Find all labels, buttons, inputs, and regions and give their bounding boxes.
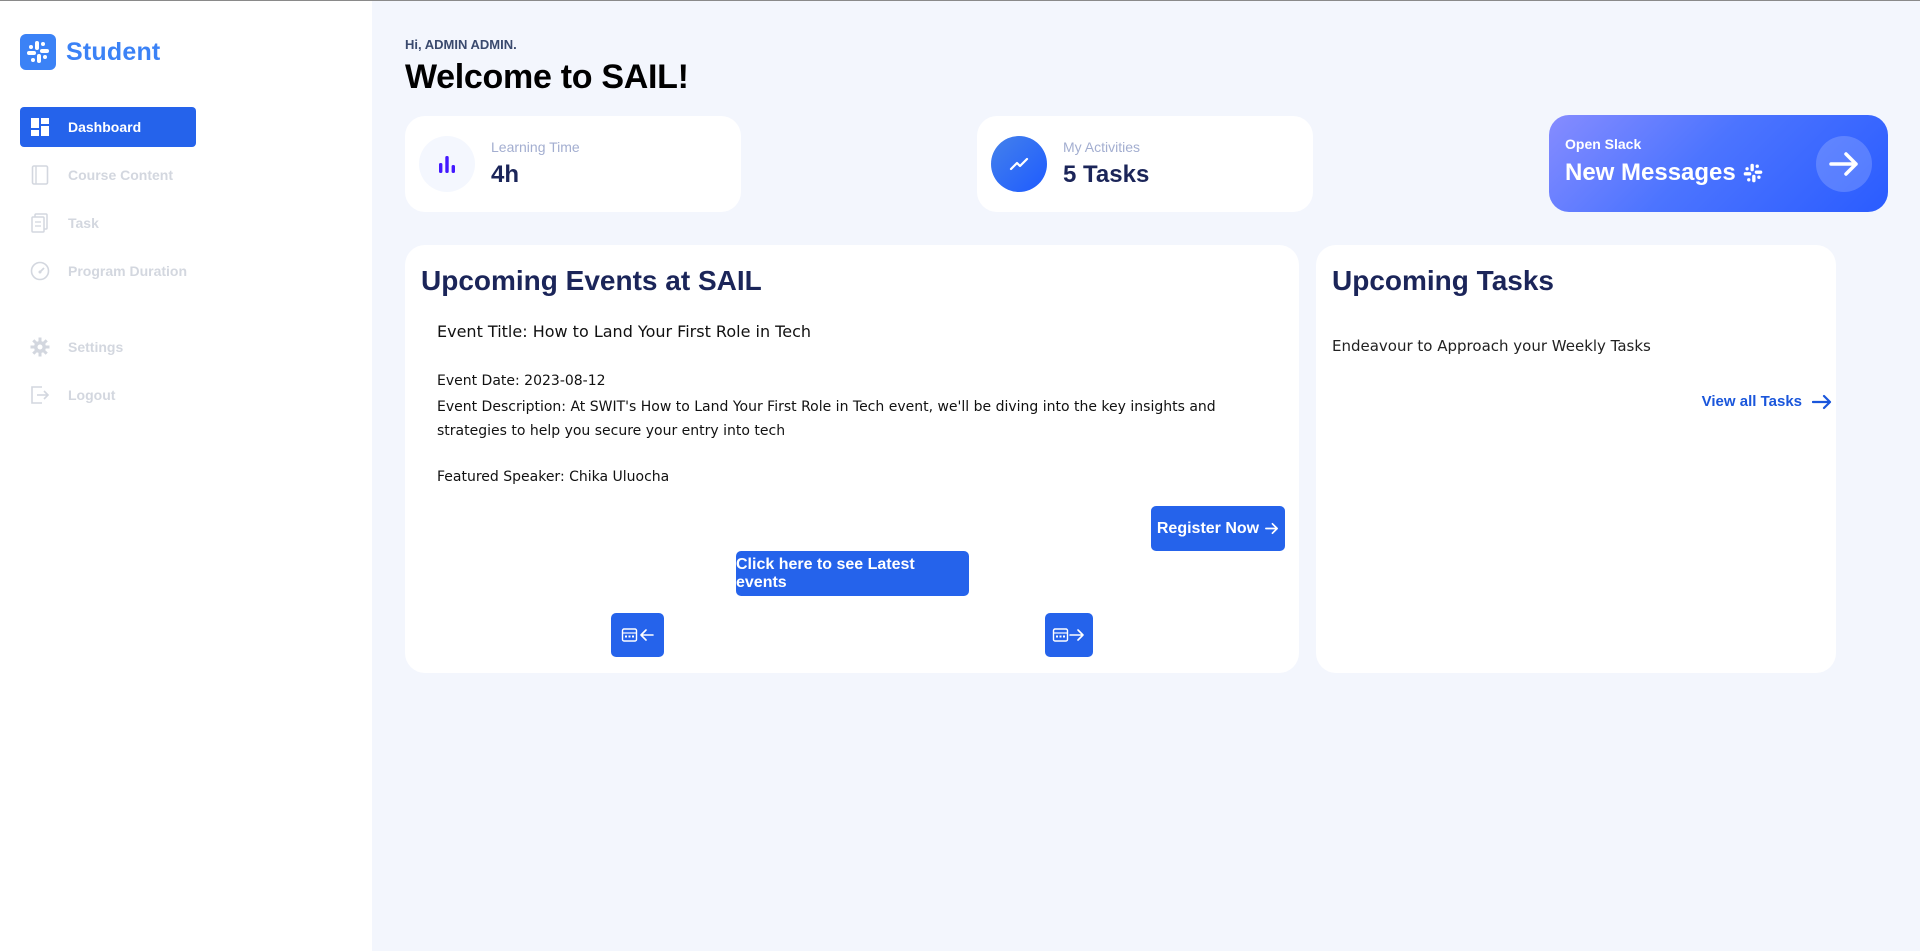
sidebar-item-course-content[interactable]: Course Content bbox=[20, 155, 196, 195]
arrow-right-icon bbox=[1812, 394, 1832, 410]
sidebar-item-program-duration[interactable]: Program Duration bbox=[20, 251, 196, 291]
event-speaker: Featured Speaker: Chika Uluocha bbox=[437, 469, 670, 485]
event-title: Event Title: How to Land Your First Role… bbox=[437, 322, 811, 341]
brand-name: Student bbox=[66, 37, 161, 66]
sidebar: Student Dashboard Course Content Task Pr… bbox=[0, 1, 372, 951]
next-event-button[interactable] bbox=[1045, 613, 1093, 657]
sidebar-item-label: Program Duration bbox=[68, 263, 188, 279]
event-date: Event Date: 2023-08-12 bbox=[437, 373, 606, 389]
slack-label: Open Slack bbox=[1565, 136, 1642, 152]
greeting: Hi, ADMIN ADMIN. bbox=[405, 37, 517, 52]
events-heading: Upcoming Events at SAIL bbox=[421, 265, 762, 296]
sidebar-item-label: Settings bbox=[68, 339, 124, 355]
open-slack-card[interactable]: Open Slack New Messages bbox=[1549, 115, 1888, 212]
calendar-arrow-left-icon bbox=[621, 626, 655, 644]
previous-event-button[interactable] bbox=[611, 613, 664, 657]
bar-chart-icon bbox=[419, 136, 475, 192]
sidebar-nav: Dashboard Course Content Task Program Du… bbox=[20, 107, 196, 423]
register-now-button[interactable]: Register Now bbox=[1151, 506, 1285, 551]
upcoming-events-card: Upcoming Events at SAIL Event Title: How… bbox=[405, 245, 1299, 673]
slack-value: New Messages bbox=[1565, 159, 1764, 187]
stat-value: 4h bbox=[491, 161, 520, 188]
stat-label: My Activities bbox=[1063, 139, 1141, 155]
stat-value: 5 Tasks bbox=[1063, 161, 1150, 188]
sidebar-item-label: Dashboard bbox=[68, 119, 142, 135]
page-title: Welcome to SAIL! bbox=[405, 58, 689, 96]
trend-icon bbox=[991, 136, 1047, 192]
arrow-right-icon[interactable] bbox=[1816, 136, 1872, 192]
sidebar-item-dashboard[interactable]: Dashboard bbox=[20, 107, 196, 147]
brand[interactable]: Student bbox=[20, 34, 160, 70]
sidebar-item-label: Task bbox=[68, 215, 99, 231]
upcoming-tasks-card: Upcoming Tasks Endeavour to Approach you… bbox=[1316, 245, 1836, 673]
logout-icon bbox=[30, 385, 50, 405]
dashboard-icon bbox=[30, 117, 50, 137]
gauge-icon bbox=[30, 261, 50, 281]
stat-label: Learning Time bbox=[491, 139, 580, 155]
register-label: Register Now bbox=[1156, 519, 1260, 537]
calendar-arrow-right-icon bbox=[1052, 626, 1086, 644]
task-icon bbox=[30, 213, 50, 233]
latest-events-button[interactable]: Click here to see Latest events bbox=[736, 551, 969, 596]
learning-time-card: Learning Time 4h bbox=[405, 116, 741, 212]
tasks-subtitle: Endeavour to Approach your Weekly Tasks bbox=[1332, 337, 1651, 355]
sidebar-item-logout[interactable]: Logout bbox=[20, 375, 196, 415]
view-all-tasks-link[interactable]: View all Tasks bbox=[1702, 393, 1832, 410]
view-all-label: View all Tasks bbox=[1701, 393, 1802, 410]
slack-icon bbox=[1742, 162, 1764, 184]
my-activities-card: My Activities 5 Tasks bbox=[977, 116, 1313, 212]
event-description: Event Description: At SWIT's How to Land… bbox=[437, 399, 1216, 439]
slack-value-text: New Messages bbox=[1565, 159, 1736, 186]
sidebar-item-task[interactable]: Task bbox=[20, 203, 196, 243]
latest-events-label: Click here to see Latest events bbox=[736, 555, 915, 591]
book-icon bbox=[30, 165, 50, 185]
sidebar-item-settings[interactable]: Settings bbox=[20, 327, 196, 367]
sidebar-item-label: Course Content bbox=[68, 167, 173, 183]
slack-logo-icon bbox=[20, 34, 56, 70]
sidebar-item-label: Logout bbox=[68, 387, 116, 403]
tasks-heading: Upcoming Tasks bbox=[1332, 265, 1554, 296]
gear-icon bbox=[30, 337, 50, 357]
arrow-right-icon bbox=[1264, 521, 1279, 536]
